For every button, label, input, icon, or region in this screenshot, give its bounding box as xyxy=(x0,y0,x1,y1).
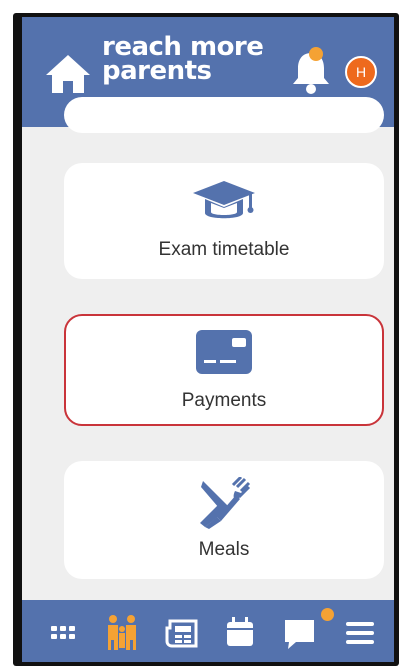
brand-line-2: parents xyxy=(102,56,212,86)
avatar[interactable]: H xyxy=(345,56,377,88)
family-icon xyxy=(108,615,136,650)
chat-badge xyxy=(321,608,334,621)
grid-icon xyxy=(51,626,75,639)
chat-icon xyxy=(285,620,314,649)
newspaper-icon xyxy=(165,619,198,648)
brand-logo: reach more parents xyxy=(102,34,272,86)
fork-knife-icon xyxy=(200,477,251,529)
nav-grid-button[interactable] xyxy=(44,610,84,654)
exam-timetable-label: Exam timetable xyxy=(158,239,290,260)
meals-label: Meals xyxy=(198,539,250,560)
nav-menu-button[interactable] xyxy=(340,610,380,654)
nav-family-button[interactable] xyxy=(102,610,142,654)
calendar-icon xyxy=(227,617,253,646)
app-screen: reach more parents H Exam timetable Paym… xyxy=(22,17,394,662)
meals-card[interactable]: Meals xyxy=(64,461,384,579)
bottom-nav xyxy=(22,600,394,662)
payments-label: Payments xyxy=(181,390,267,411)
home-icon xyxy=(46,55,90,93)
nav-calendar-button[interactable] xyxy=(220,610,260,654)
home-button[interactable] xyxy=(44,53,92,95)
credit-card-icon xyxy=(196,330,252,374)
nav-news-button[interactable] xyxy=(162,610,202,654)
payments-card[interactable]: Payments xyxy=(64,314,384,426)
device-frame: reach more parents H Exam timetable Paym… xyxy=(13,13,399,666)
hamburger-menu-icon xyxy=(346,622,374,644)
exam-timetable-card[interactable]: Exam timetable xyxy=(64,163,384,279)
notification-badge xyxy=(309,47,323,61)
menu-card-partial-top[interactable] xyxy=(64,97,384,133)
graduation-cap-icon xyxy=(193,181,255,219)
nav-chat-button[interactable] xyxy=(280,610,320,654)
